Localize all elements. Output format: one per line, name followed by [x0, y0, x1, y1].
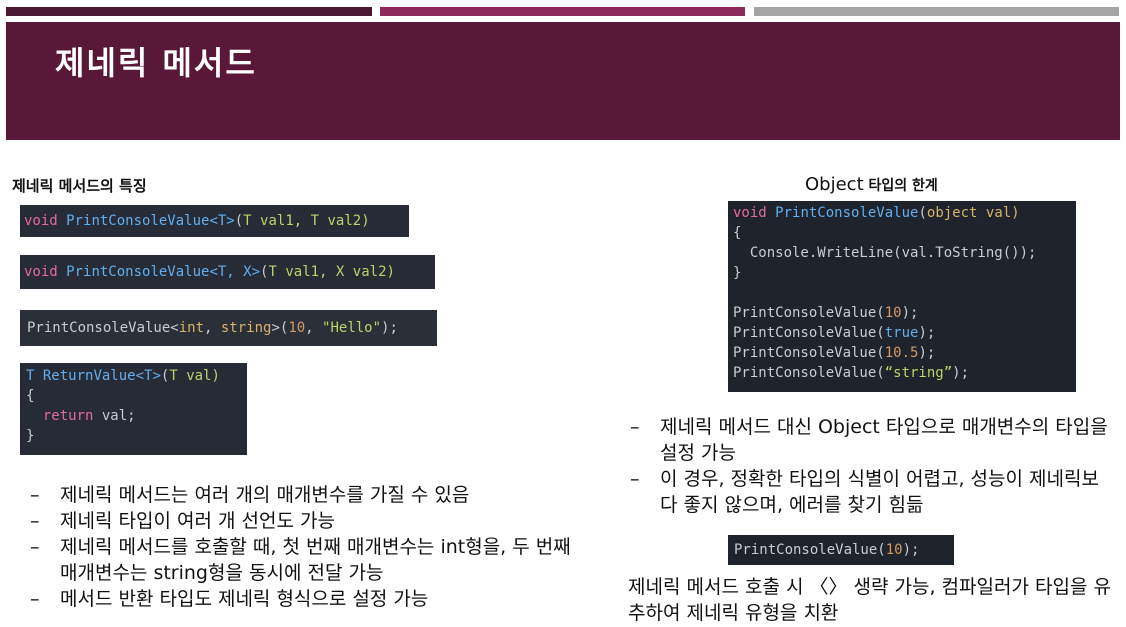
- code-type: T: [268, 264, 277, 280]
- code-text: val1,: [276, 264, 336, 280]
- top-accent-bar-3: [754, 7, 1119, 16]
- code-line: PrintConsoleValue(true);: [733, 323, 1071, 343]
- code-function: PrintConsoleValue: [775, 205, 919, 221]
- right-heading-rest: 타입의 한계: [863, 178, 938, 194]
- list-item: 제네릭 메서드를 호출할 때, 첫 번째 매개변수는 int형을, 두 번째 매…: [30, 534, 590, 586]
- code-text: val;: [93, 408, 136, 424]
- code-keyword: void: [733, 205, 767, 221]
- code-function: PrintConsoleValue(: [734, 542, 886, 558]
- left-bullet-list: 제네릭 메서드는 여러 개의 매개변수를 가질 수 있음 제네릭 타입이 여러 …: [30, 482, 590, 612]
- code-text: );: [381, 320, 398, 336]
- code-string: “string”: [884, 365, 953, 381]
- code-text: );: [901, 305, 919, 321]
- code-line: }: [26, 428, 35, 444]
- list-item: 제네릭 타입이 여러 개 선언도 가능: [30, 508, 590, 534]
- code-text: val2): [344, 264, 395, 280]
- code-string: "Hello": [322, 320, 382, 336]
- code-keyword: void: [24, 264, 58, 280]
- code-text: );: [902, 542, 920, 558]
- code-number: 10: [288, 320, 306, 336]
- code-type: T: [169, 368, 178, 384]
- code-function: PrintConsoleValue(: [733, 305, 885, 321]
- code-number: 10: [885, 542, 903, 558]
- code-block-4: T ReturnValue<T>(T val) { return val;}: [20, 363, 247, 455]
- code-type: object: [926, 205, 978, 221]
- code-line: T ReturnValue<T>(T val): [26, 366, 241, 386]
- code-line: PrintConsoleValue(“string”);: [733, 363, 1071, 383]
- code-text: );: [918, 325, 936, 341]
- code-type: int: [178, 320, 205, 336]
- code-type: string: [220, 320, 272, 336]
- slide-title: 제네릭 메서드: [55, 44, 257, 82]
- code-line: PrintConsoleValue(10.5);: [733, 343, 1071, 363]
- code-text: );: [918, 345, 936, 361]
- list-item: 이 경우, 정확한 타입의 식별이 어렵고, 성능이 제네릭보다 좋지 않으며,…: [630, 466, 1110, 518]
- code-text: (: [234, 213, 244, 229]
- code-line: {: [733, 225, 742, 241]
- code-function: PrintConsoleValue(: [733, 365, 885, 381]
- list-item: 메서드 반환 타입도 제네릭 형식으로 설정 가능: [30, 586, 590, 612]
- code-text: val2): [319, 213, 370, 229]
- code-keyword: return: [42, 408, 94, 424]
- top-accent-bar-2: [380, 7, 745, 16]
- code-type: T: [26, 368, 35, 384]
- code-function: PrintConsoleValue<: [27, 320, 179, 336]
- right-heading-word: Object: [805, 174, 864, 195]
- code-line: {: [26, 388, 35, 404]
- top-accent-bar-1: [6, 7, 372, 16]
- code-text: val): [977, 205, 1020, 221]
- code-block-3: PrintConsoleValue<int, string>(10, "Hell…: [20, 310, 437, 346]
- code-type: T: [310, 213, 320, 229]
- right-section-heading: Object 타입의 한계: [805, 174, 938, 195]
- code-function: PrintConsoleValue(: [733, 325, 885, 341]
- code-number: 10: [884, 305, 902, 321]
- list-item: 제네릭 메서드 대신 Object 타입으로 매개변수의 타입을 설정 가능: [630, 414, 1110, 466]
- code-keyword: true: [884, 325, 919, 341]
- bottom-note: 제네릭 메서드 호출 시 〈〉 생략 가능, 컴파일러가 타입을 유추하여 제네…: [628, 576, 1111, 624]
- code-function: PrintConsoleValue(: [733, 345, 885, 361]
- code-text: );: [952, 365, 970, 381]
- code-function: PrintConsoleValue<T, X>: [66, 264, 261, 280]
- code-text: >(: [271, 320, 289, 336]
- code-text: ,: [204, 320, 221, 336]
- code-text: (: [918, 205, 927, 221]
- right-bullet-list: 제네릭 메서드 대신 Object 타입으로 매개변수의 타입을 설정 가능 이…: [630, 414, 1110, 518]
- code-block-call: PrintConsoleValue(10);: [728, 535, 954, 565]
- code-line: PrintConsoleValue(10);: [733, 303, 1071, 323]
- code-line: void PrintConsoleValue(object val): [733, 203, 1071, 223]
- code-block-2: void PrintConsoleValue<T, X>(T val1, X v…: [20, 255, 435, 289]
- code-number: 10.5: [884, 345, 919, 361]
- code-line: return val;: [26, 406, 241, 426]
- code-text: ,: [305, 320, 323, 336]
- left-section-heading: 제네릭 메서드의 특징: [12, 177, 147, 195]
- code-keyword: void: [24, 213, 58, 229]
- code-line: }: [733, 265, 742, 281]
- code-text: val): [177, 368, 220, 384]
- code-block-object: void PrintConsoleValue(object val){ Cons…: [728, 201, 1076, 392]
- code-type: T: [243, 213, 252, 229]
- code-function: ReturnValue<T>: [42, 368, 161, 384]
- code-line: Console.WriteLine(val.ToString());: [733, 245, 1037, 261]
- code-text: val1,: [251, 213, 311, 229]
- list-item: 제네릭 메서드는 여러 개의 매개변수를 가질 수 있음: [30, 482, 590, 508]
- code-function: PrintConsoleValue<T>: [66, 213, 235, 229]
- code-block-1: void PrintConsoleValue<T>(T val1, T val2…: [20, 205, 409, 237]
